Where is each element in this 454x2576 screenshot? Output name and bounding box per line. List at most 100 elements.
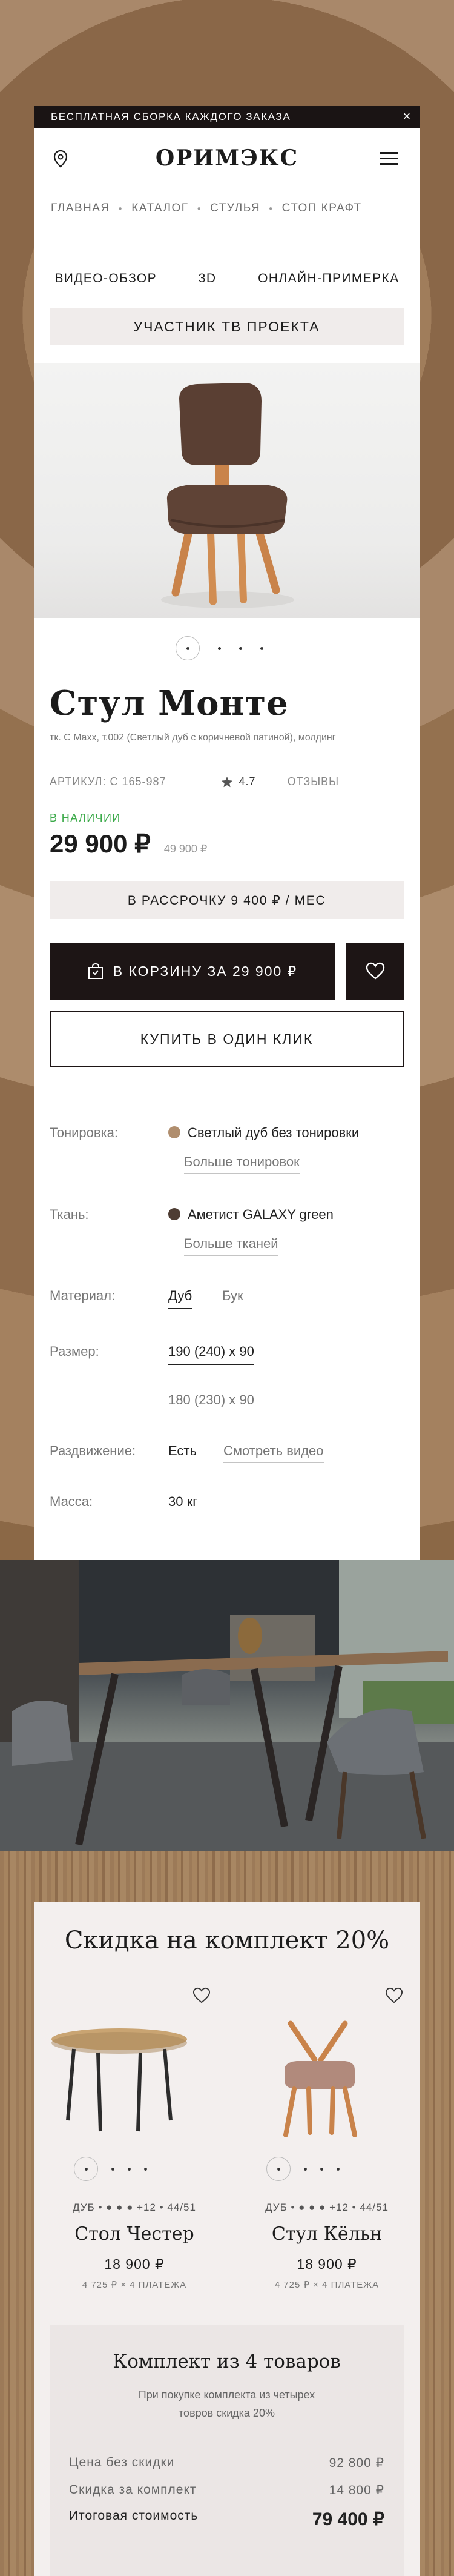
breadcrumb-chairs[interactable]: СТУЛЬЯ [210,202,260,215]
more-toning-link[interactable]: Больше тонировок [184,1154,300,1174]
more-fabrics-text: Больше тканей [184,1236,278,1256]
buy-one-click-button[interactable]: КУПИТЬ В ОДИН КЛИК [50,1011,404,1067]
row-label: Итоговая стоимость [69,2509,199,2523]
logo[interactable]: ОРИМЭКС [156,145,298,171]
color-options: ДУБ • ● ● ● +12 • 44/51 [265,2202,389,2213]
product-meta: АРТИКУЛ: С 165-987 4.7 ОТЗЫВЫ [50,775,389,788]
tab-video-review[interactable]: ВИДЕО-ОБЗОР [54,271,157,293]
pagination-dot[interactable] [304,2167,307,2171]
product-article: АРТИКУЛ: С 165-987 [50,775,166,788]
site-header: ОРИМЭКС [34,128,420,188]
rating: 4.7 [221,775,256,788]
rating-value: 4.7 [239,775,256,788]
product-name[interactable]: Стул Кёльн [242,2223,412,2245]
table-image [51,2028,187,2132]
breadcrumb-catalog[interactable]: КАТАЛОГ [131,202,188,215]
fabric-swatch [168,1208,180,1220]
breadcrumb-home[interactable]: ГЛАВНАЯ [51,202,110,215]
watch-video-text: Смотреть видео [223,1443,324,1463]
fabric-value[interactable]: Аметист GALAXY green [168,1207,334,1223]
pagination-dot[interactable] [260,646,263,650]
weight-label: Масса: [50,1494,93,1509]
breadcrumb-stop-kraft[interactable]: СТОП КРАФТ [282,202,362,215]
material-label: Материал: [50,1288,116,1303]
chair-image [161,383,294,608]
tab-online-fitting[interactable]: ОНЛАЙН-ПРИМЕРКА [258,271,399,293]
hamburger-menu-icon[interactable] [380,152,398,165]
extend-label: Раздвижение: [50,1443,136,1458]
summary-row-total: Итоговая стоимость 79 400 ₽ [69,2509,384,2530]
product-title: Стул Монте [50,683,289,723]
photo-pagination [176,636,263,660]
more-toning-text: Больше тонировок [184,1154,300,1174]
product-pagination [266,2157,340,2181]
heart-icon[interactable] [385,1987,403,2004]
reviews-link[interactable]: ОТЗЫВЫ [288,775,340,788]
breadcrumb: ГЛАВНАЯ ● КАТАЛОГ ● СТУЛЬЯ ● СТОП КРАФТ [51,202,362,215]
pagination-dot[interactable] [128,2167,131,2171]
chair-koln-image [283,2020,357,2137]
pagination-dot[interactable] [320,2167,323,2171]
pagination-dot[interactable] [337,2167,340,2171]
color-options: ДУБ • ● ● ● +12 • 44/51 [73,2202,196,2213]
location-pin-icon[interactable] [53,150,68,168]
promo-text: БЕСПЛАТНАЯ СБОРКА КАЖДОГО ЗАКАЗА [51,111,291,122]
add-to-cart-button[interactable]: В КОРЗИНУ ЗА 29 900 ₽ [50,943,335,1000]
toning-value-text: Светлый дуб без тонировки [188,1125,360,1140]
pagination-dot-active[interactable] [266,2157,291,2181]
price-block: 29 900 ₽ 49 900 ₽ [50,829,207,858]
material-option-beech[interactable]: Бук [222,1288,243,1304]
fabric-label: Ткань: [50,1207,89,1222]
tab-3d[interactable]: 3D [199,271,217,293]
set-offer-title: Скидка на комплект 20% [64,1927,390,1954]
heart-icon[interactable] [192,1987,211,2004]
row-label: Цена без скидки [69,2455,175,2469]
material-oak-text: Дуб [168,1288,192,1309]
summary-row-discount: Скидка за комплект 14 800 ₽ [69,2483,384,2498]
fabric-value-text: Аметист GALAXY green [188,1207,334,1222]
favorite-button[interactable] [346,943,404,1000]
set-summary: Комплект из 4 товаров При покупке компле… [50,2325,404,2576]
size-label: Размер: [50,1344,99,1359]
material-option-oak[interactable]: Дуб [168,1288,192,1309]
row-value: 14 800 ₽ [329,2483,384,2497]
extend-value: Есть [168,1443,197,1458]
interior-photo [0,1560,454,1851]
close-icon[interactable]: × [403,110,412,123]
old-price: 49 900 ₽ [163,843,208,855]
more-fabrics-link[interactable]: Больше тканей [184,1236,278,1256]
current-price: 29 900 ₽ [50,829,151,858]
shopping-bag-icon [88,963,103,979]
size-option-180[interactable]: 180 (230) х 90 [168,1392,254,1408]
toning-value[interactable]: Светлый дуб без тонировки [168,1125,359,1141]
summary-title: Комплект из 4 товаров [113,2351,341,2372]
product-pagination [74,2157,147,2181]
promo-bar: БЕСПЛАТНАЯ СБОРКА КАЖДОГО ЗАКАЗА × [34,106,420,128]
summary-description: При покупке комплекта из четырех товров … [138,2389,315,2419]
heart-icon [366,962,384,980]
tv-project-button[interactable]: УЧАСТНИК ТВ ПРОЕКТА [50,308,404,345]
pagination-dot-active[interactable] [176,636,200,660]
pagination-dot[interactable] [218,646,221,650]
pagination-dot[interactable] [144,2167,147,2171]
pagination-dot[interactable] [239,646,242,650]
media-tabs: ВИДЕО-ОБЗОР 3D ОНЛАЙН-ПРИМЕРКА [34,271,420,293]
toning-label: Тонировка: [50,1125,119,1140]
size-option-190[interactable]: 190 (240) х 90 [168,1344,254,1365]
product-photo[interactable] [34,363,420,618]
pagination-dot[interactable] [111,2167,114,2171]
product-installment: 4 725 ₽ × 4 ПЛАТЕЖА [274,2280,380,2290]
stock-status: В НАЛИЧИИ [50,812,121,824]
weight-value: 30 кг [168,1494,198,1509]
add-to-cart-label: В КОРЗИНУ ЗА 29 900 ₽ [113,963,298,979]
pagination-dot-active[interactable] [74,2157,98,2181]
interior-scene [0,1560,454,1851]
product-price: 18 900 ₽ [297,2256,357,2272]
watch-video-link[interactable]: Смотреть видео [223,1443,324,1463]
star-icon [221,776,232,787]
summary-row-base: Цена без скидки 92 800 ₽ [69,2455,384,2471]
toning-swatch [168,1126,180,1138]
installment-button[interactable]: В РАССРОЧКУ 9 400 ₽ / МЕС [50,881,404,919]
row-value: 92 800 ₽ [329,2456,384,2470]
product-name[interactable]: Стол Честер [50,2223,219,2245]
